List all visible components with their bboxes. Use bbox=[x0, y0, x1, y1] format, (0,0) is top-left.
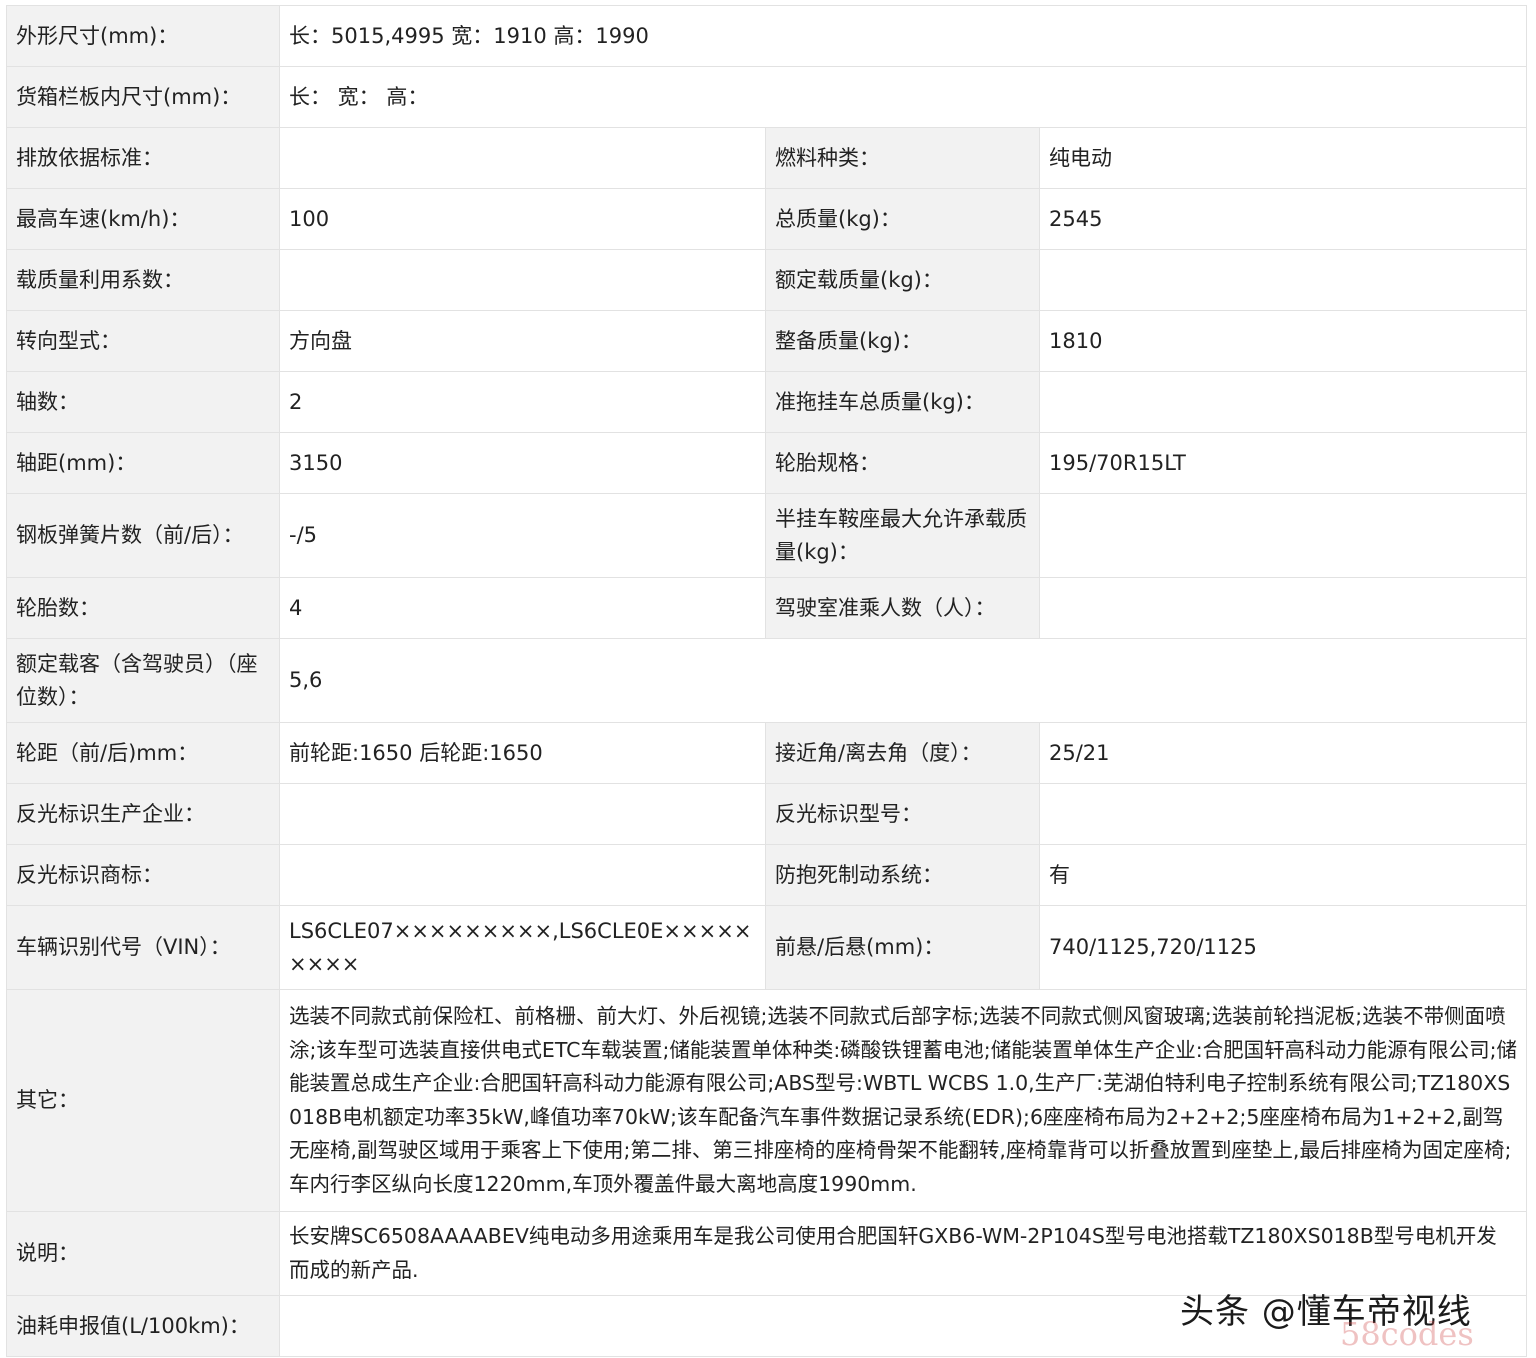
spec-value bbox=[279, 249, 766, 311]
spec-value: 前轮距:1650 后轮距:1650 bbox=[279, 722, 766, 784]
spec-label: 总质量(kg)： bbox=[765, 188, 1040, 250]
spec-label: 其它： bbox=[6, 989, 280, 1212]
spec-label: 防抱死制动系统： bbox=[765, 844, 1040, 906]
table-row: 额定载客（含驾驶员）（座位数）： 5,6 bbox=[6, 638, 1528, 723]
spec-label: 驾驶室准乘人数（人）： bbox=[765, 577, 1040, 639]
spec-value: 长：5015,4995 宽：1910 高：1990 bbox=[278, 5, 1528, 67]
spec-label: 油耗申报值(L/100km)： bbox=[6, 1295, 280, 1357]
spec-value bbox=[279, 783, 766, 845]
spec-value bbox=[1038, 493, 1528, 578]
spec-label: 钢板弹簧片数（前/后）： bbox=[6, 493, 280, 578]
spec-label: 载质量利用系数： bbox=[6, 249, 280, 311]
spec-value: -/5 bbox=[279, 493, 766, 578]
spec-label: 额定载客（含驾驶员）（座位数）： bbox=[6, 638, 280, 723]
spec-label: 排放依据标准： bbox=[6, 127, 280, 189]
spec-label: 反光标识商标： bbox=[6, 844, 280, 906]
spec-value: 2545 bbox=[1038, 188, 1528, 250]
table-row: 载质量利用系数： 额定载质量(kg)： bbox=[6, 249, 1528, 311]
spec-value: 有 bbox=[1038, 844, 1528, 906]
spec-value: 纯电动 bbox=[1038, 127, 1528, 189]
spec-label: 额定载质量(kg)： bbox=[765, 249, 1040, 311]
table-row: 转向型式： 方向盘 整备质量(kg)： 1810 bbox=[6, 310, 1528, 372]
spec-value: 195/70R15LT bbox=[1038, 432, 1528, 494]
spec-value: LS6CLE07×××××××××,LS6CLE0E××××××××× bbox=[279, 905, 766, 990]
spec-value: 25/21 bbox=[1038, 722, 1528, 784]
spec-label: 说明： bbox=[6, 1211, 280, 1296]
spec-label: 反光标识生产企业： bbox=[6, 783, 280, 845]
spec-value: 方向盘 bbox=[279, 310, 766, 372]
spec-value: 1810 bbox=[1038, 310, 1528, 372]
table-row: 轴距(mm)： 3150 轮胎规格： 195/70R15LT bbox=[6, 432, 1528, 494]
spec-label: 轴数： bbox=[6, 371, 280, 433]
table-row: 排放依据标准： 燃料种类： 纯电动 bbox=[6, 127, 1528, 189]
table-row: 反光标识生产企业： 反光标识型号： bbox=[6, 783, 1528, 845]
spec-label: 前悬/后悬(mm)： bbox=[765, 905, 1040, 990]
spec-value bbox=[1038, 577, 1528, 639]
spec-value: 3150 bbox=[279, 432, 766, 494]
table-row: 外形尺寸(mm)： 长：5015,4995 宽：1910 高：1990 bbox=[6, 5, 1528, 67]
spec-value: 740/1125,720/1125 bbox=[1038, 905, 1528, 990]
table-row: 其它： 选装不同款式前保险杠、前格栅、前大灯、外后视镜;选装不同款式后部字标;选… bbox=[6, 989, 1528, 1212]
spec-label: 接近角/离去角（度）： bbox=[765, 722, 1040, 784]
spec-label: 外形尺寸(mm)： bbox=[6, 5, 280, 67]
table-row: 说明： 长安牌SC6508AAAABEV纯电动多用途乘用车是我公司使用合肥国轩G… bbox=[6, 1211, 1528, 1296]
spec-label: 车辆识别代号（VIN）： bbox=[6, 905, 280, 990]
spec-value bbox=[279, 844, 766, 906]
spec-label: 反光标识型号： bbox=[765, 783, 1040, 845]
spec-value bbox=[279, 127, 766, 189]
spec-value: 选装不同款式前保险杠、前格栅、前大灯、外后视镜;选装不同款式后部字标;选装不同款… bbox=[278, 989, 1528, 1212]
spec-label: 轮距（前/后)mm： bbox=[6, 722, 280, 784]
spec-value bbox=[278, 1295, 1528, 1357]
spec-label: 半挂车鞍座最大允许承载质量(kg)： bbox=[765, 493, 1040, 578]
spec-label: 燃料种类： bbox=[765, 127, 1040, 189]
spec-value bbox=[1038, 249, 1528, 311]
table-row: 反光标识商标： 防抱死制动系统： 有 bbox=[6, 844, 1528, 906]
spec-value: 长安牌SC6508AAAABEV纯电动多用途乘用车是我公司使用合肥国轩GXB6-… bbox=[278, 1211, 1528, 1296]
table-row: 油耗申报值(L/100km)： bbox=[6, 1295, 1528, 1357]
spec-value bbox=[1038, 371, 1528, 433]
spec-table: 外形尺寸(mm)： 长：5015,4995 宽：1910 高：1990 货箱栏板… bbox=[6, 5, 1528, 1357]
spec-value: 100 bbox=[279, 188, 766, 250]
spec-value: 5,6 bbox=[278, 638, 1528, 723]
spec-value: 2 bbox=[279, 371, 766, 433]
table-row: 轮距（前/后)mm： 前轮距:1650 后轮距:1650 接近角/离去角（度）：… bbox=[6, 722, 1528, 784]
spec-value bbox=[1038, 783, 1528, 845]
spec-label: 轮胎数： bbox=[6, 577, 280, 639]
table-row: 钢板弹簧片数（前/后）： -/5 半挂车鞍座最大允许承载质量(kg)： bbox=[6, 493, 1528, 578]
table-row: 轮胎数： 4 驾驶室准乘人数（人）： bbox=[6, 577, 1528, 639]
table-row: 车辆识别代号（VIN）： LS6CLE07×××××××××,LS6CLE0E×… bbox=[6, 905, 1528, 990]
spec-label: 准拖挂车总质量(kg)： bbox=[765, 371, 1040, 433]
spec-label: 货箱栏板内尺寸(mm)： bbox=[6, 66, 280, 128]
spec-value: 长： 宽： 高： bbox=[278, 66, 1528, 128]
spec-value: 4 bbox=[279, 577, 766, 639]
table-row: 货箱栏板内尺寸(mm)： 长： 宽： 高： bbox=[6, 66, 1528, 128]
table-row: 轴数： 2 准拖挂车总质量(kg)： bbox=[6, 371, 1528, 433]
table-row: 最高车速(km/h)： 100 总质量(kg)： 2545 bbox=[6, 188, 1528, 250]
spec-label: 转向型式： bbox=[6, 310, 280, 372]
spec-label: 整备质量(kg)： bbox=[765, 310, 1040, 372]
spec-label: 最高车速(km/h)： bbox=[6, 188, 280, 250]
spec-label: 轴距(mm)： bbox=[6, 432, 280, 494]
spec-label: 轮胎规格： bbox=[765, 432, 1040, 494]
